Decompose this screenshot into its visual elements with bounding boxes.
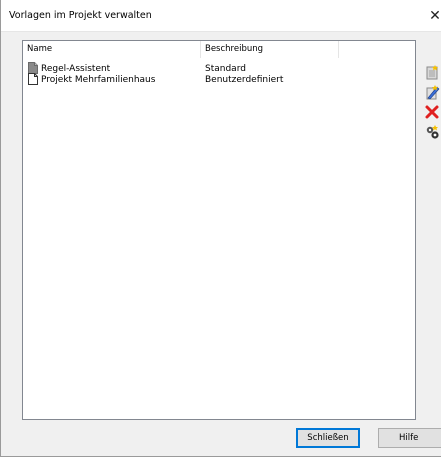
- delete-icon[interactable]: [424, 104, 440, 120]
- edit-template-icon[interactable]: [424, 84, 440, 100]
- template-name: Projekt Mehrfamilienhaus: [41, 75, 156, 85]
- settings-icon[interactable]: [424, 124, 440, 140]
- window-title: Vorlagen im Projekt verwalten: [9, 10, 152, 21]
- help-button[interactable]: Hilfe: [378, 428, 441, 448]
- new-template-icon[interactable]: [424, 64, 440, 80]
- column-header-name[interactable]: Name: [23, 41, 201, 58]
- document-icon: [28, 73, 38, 85]
- list-item[interactable]: Projekt Mehrfamilienhaus Benutzerdefinie…: [23, 73, 415, 86]
- close-icon[interactable]: ✕: [426, 6, 441, 26]
- dialog-window: Vorlagen im Projekt verwalten ✕ Name Bes…: [0, 0, 441, 457]
- close-button[interactable]: Schließen: [296, 428, 360, 448]
- title-bar: Vorlagen im Projekt verwalten ✕: [1, 0, 441, 32]
- column-header-description[interactable]: Beschreibung: [201, 41, 339, 58]
- template-list[interactable]: Name Beschreibung Regel-Assistent Standa…: [22, 40, 416, 420]
- template-description: Benutzerdefiniert: [205, 75, 284, 85]
